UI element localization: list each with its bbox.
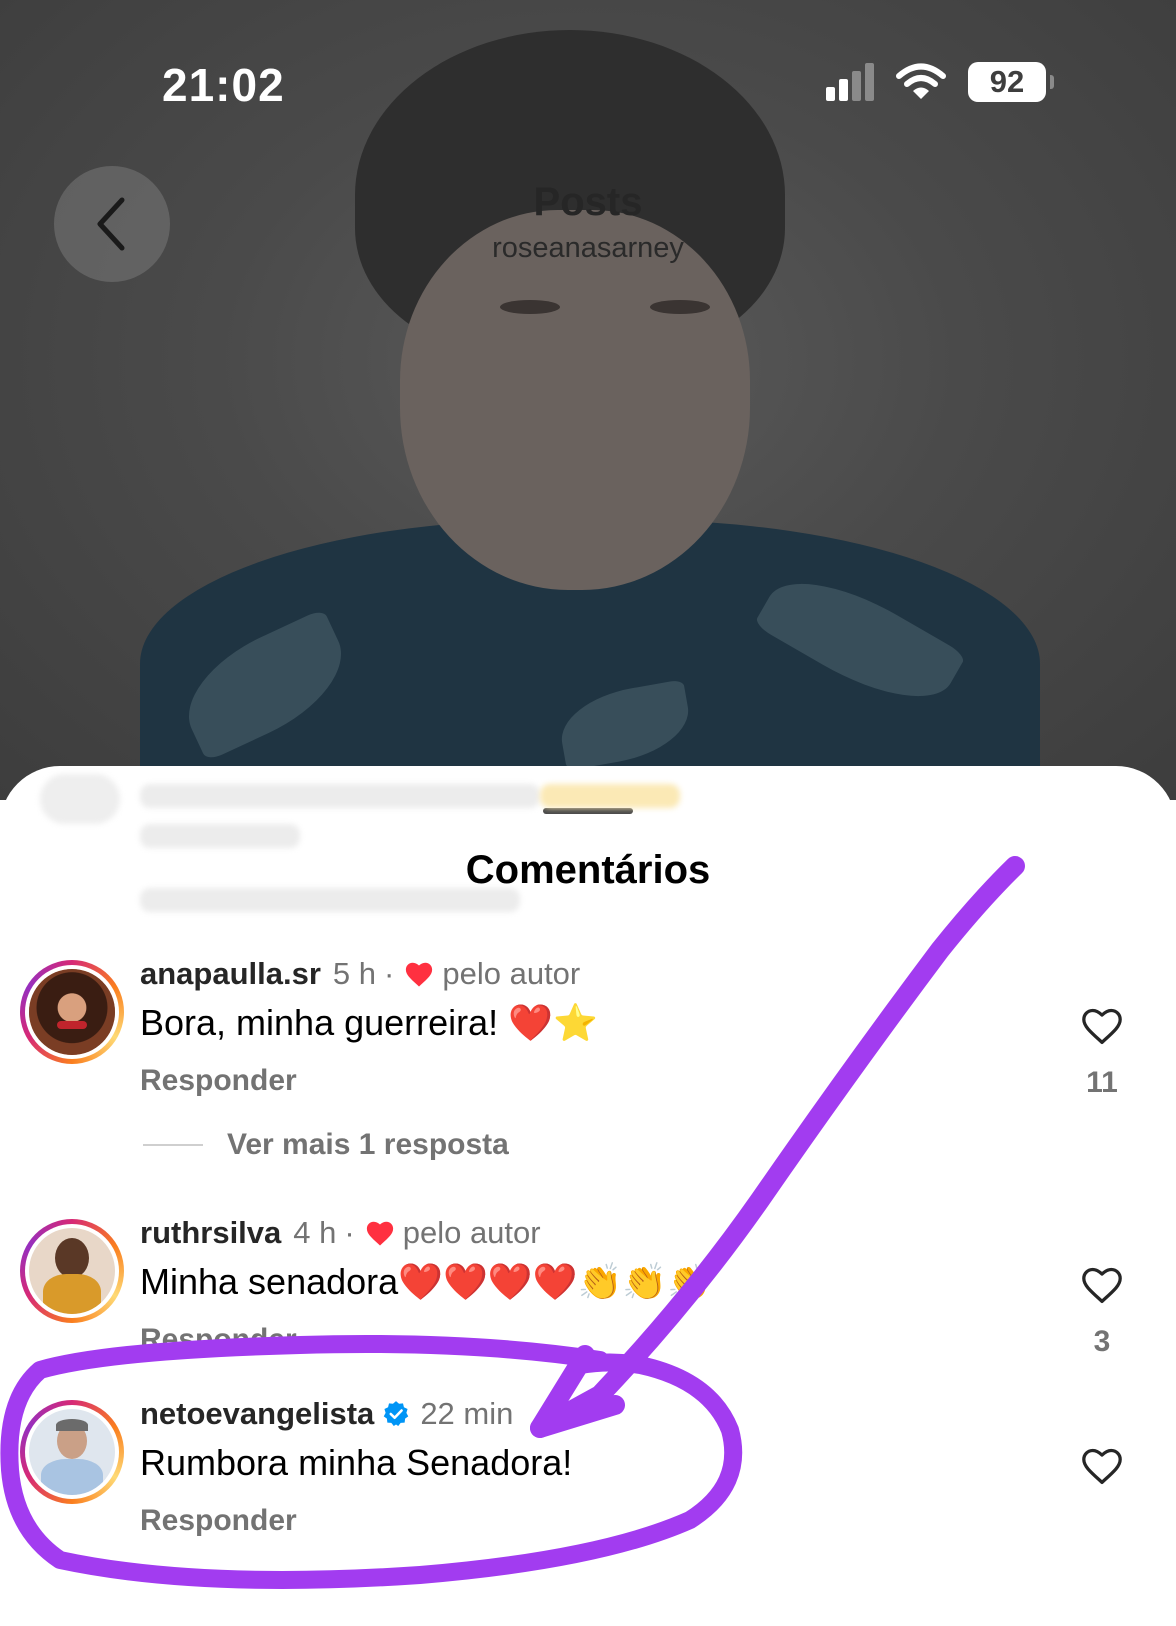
separator-dot: · [384, 956, 395, 991]
comment-text: Bora, minha guerreira! ❤️⭐ [140, 1002, 598, 1043]
heart-outline-icon[interactable] [1080, 1446, 1124, 1486]
post-photo-face [400, 210, 750, 590]
battery-icon: 92 [968, 62, 1054, 102]
divider-line [143, 1144, 203, 1146]
comment-text: Rumbora minha Senadora! [140, 1442, 573, 1483]
avatar-story-ring[interactable] [20, 1219, 124, 1323]
ghost-reply [140, 824, 300, 848]
comment-username[interactable]: netoevangelista [140, 1396, 374, 1432]
comment-time: 22 min [420, 1396, 514, 1431]
ghost-text [140, 784, 540, 808]
view-more-replies[interactable]: Ver mais 1 resposta [143, 1128, 509, 1162]
status-time: 21:02 [162, 59, 285, 111]
red-heart-icon [366, 1221, 393, 1246]
avatar [29, 969, 115, 1055]
avatar [29, 1228, 115, 1314]
comment-time: 5 h [332, 956, 377, 991]
signal-icon [826, 63, 874, 101]
like-control: 3 [1078, 1265, 1126, 1359]
reply-button[interactable]: Responder [140, 1323, 297, 1357]
liked-by-author-label: pelo autor [402, 1215, 541, 1250]
heart-outline-icon[interactable] [1080, 1265, 1124, 1305]
separator-dot: · [344, 1215, 355, 1250]
reply-button[interactable]: Responder [140, 1064, 297, 1098]
comment-meta: ruthrsilva 4 h · pelo autor [140, 1215, 541, 1251]
heart-outline-icon[interactable] [1080, 1006, 1124, 1046]
post-photo-eye [650, 300, 710, 314]
page-title: Posts [533, 180, 643, 224]
comment-meta: netoevangelista 22 min [140, 1396, 513, 1432]
reply-button[interactable]: Responder [140, 1504, 297, 1538]
liked-by-author-label: pelo autor [442, 956, 581, 991]
avatar-story-ring[interactable] [20, 960, 124, 1064]
like-count: 11 [1086, 1066, 1118, 1099]
post-background [0, 0, 1176, 800]
ghost-emoji [540, 784, 680, 808]
comment-username[interactable]: ruthrsilva [140, 1215, 281, 1251]
like-control [1078, 1446, 1126, 1486]
like-count: 3 [1093, 1325, 1111, 1358]
comment-meta: anapaulla.sr 5 h · pelo autor [140, 956, 580, 992]
status-icons: 92 [826, 62, 1054, 102]
ghost-avatar [40, 774, 120, 824]
wifi-icon [896, 63, 946, 99]
sheet-title: Comentários [465, 848, 711, 892]
page-subtitle: roseanasarney [492, 232, 684, 264]
comment-time: 4 h [293, 1215, 337, 1250]
comment-text: Minha senadora❤️❤️❤️❤️👏👏👏 [140, 1261, 712, 1302]
avatar-story-ring[interactable] [20, 1400, 124, 1504]
comments-sheet: Comentários anapaulla.sr 5 h · pelo auto… [0, 766, 1176, 1626]
red-heart-icon [406, 962, 433, 987]
sheet-drag-handle[interactable] [543, 808, 633, 814]
verified-badge-icon [384, 1401, 409, 1427]
like-control: 11 [1078, 1006, 1126, 1100]
post-photo-eye [500, 300, 560, 314]
avatar [29, 1409, 115, 1495]
comment-username[interactable]: anapaulla.sr [140, 956, 321, 992]
view-more-replies-label: Ver mais 1 resposta [227, 1128, 509, 1161]
